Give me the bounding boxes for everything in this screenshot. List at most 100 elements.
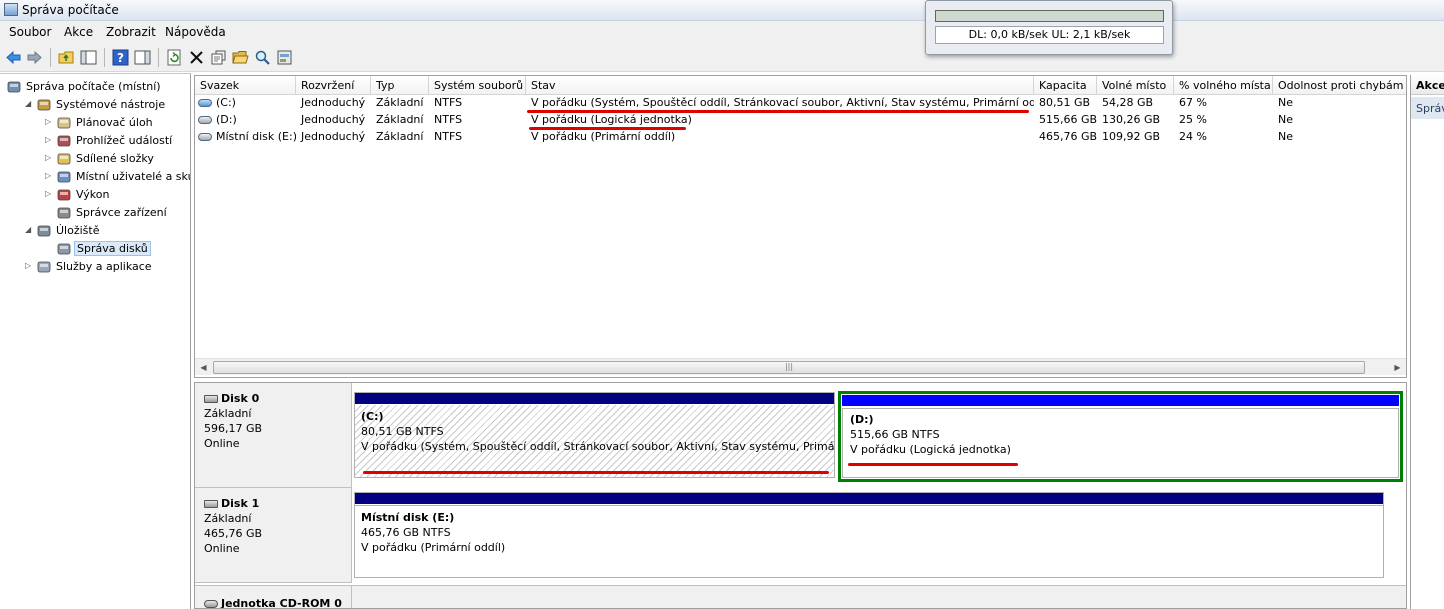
properties-button[interactable] — [210, 49, 227, 66]
forward-button[interactable] — [26, 49, 43, 66]
partition-d[interactable]: (D:) 515,66 GB NTFS V pořádku (Logická j… — [838, 391, 1403, 482]
collapse-arrow-icon[interactable]: ◢ — [25, 99, 33, 109]
disk-status: Online — [204, 542, 240, 555]
column-header-rozvrzeni[interactable]: Rozvržení — [296, 76, 371, 95]
disk-name: Disk 1 — [221, 497, 260, 510]
volume-icon — [198, 133, 212, 141]
volume-list-horizontal-scrollbar[interactable]: ◀ ||| ▶ — [195, 358, 1406, 375]
refresh-icon — [167, 49, 181, 66]
partition-fs: 465,76 GB NTFS — [361, 526, 451, 539]
tree-item-label: Správa disků — [74, 241, 151, 256]
actions-disk-management-item[interactable]: Správa disků — [1411, 97, 1444, 119]
disk-type: Základní — [204, 407, 252, 420]
tree-item-label: Správa počítače (místní) — [26, 80, 161, 93]
scroll-thumb[interactable]: ||| — [213, 361, 1365, 374]
tree-item[interactable]: ▷ Výkon — [0, 186, 190, 204]
cell-typ: Základní — [376, 130, 424, 143]
disk-type: Základní — [204, 512, 252, 525]
clock-icon — [56, 115, 72, 131]
tree-item[interactable]: ▷ Služby a aplikace — [0, 258, 190, 276]
column-header-svazek[interactable]: Svazek — [195, 76, 296, 95]
menu-napoveda[interactable]: Nápověda — [165, 25, 226, 39]
up-folder-button[interactable] — [58, 49, 75, 66]
help-button[interactable]: ? — [112, 49, 129, 66]
table-row[interactable]: Místní disk (E:) Jednoduchý Základní NTFS V … — [195, 129, 1406, 146]
tree-item[interactable]: ◢ Úložiště — [0, 222, 190, 240]
event-viewer-icon — [56, 133, 72, 149]
tree-item[interactable]: Správa počítače (místní) — [0, 78, 190, 96]
open-button[interactable] — [232, 49, 249, 66]
cell-odolnost: Ne — [1278, 113, 1293, 126]
column-header-kapacita[interactable]: Kapacita — [1034, 76, 1097, 95]
annotation-underline — [363, 471, 829, 474]
disk-0-partitions-area: (C:) 80,51 GB NTFS V pořádku (Systém, Sp… — [352, 383, 1406, 488]
expand-arrow-icon[interactable]: ▷ — [45, 153, 53, 163]
partition-e[interactable]: Místní disk (E:) 465,76 GB NTFS V pořádk… — [354, 492, 1384, 578]
column-header-typ[interactable]: Typ — [371, 76, 429, 95]
collapse-arrow-icon[interactable]: ◢ — [25, 225, 33, 235]
tree-item[interactable]: ▷ Prohlížeč událostí — [0, 132, 190, 150]
expand-arrow-icon[interactable]: ▷ — [45, 171, 53, 181]
tree-item-label: Systémové nástroje — [56, 98, 166, 111]
cell-volne-misto: 54,28 GB — [1102, 96, 1154, 109]
column-header-stav[interactable]: Stav — [526, 76, 1034, 95]
window-title: Správa počítače — [22, 3, 119, 17]
transfer-rate-popup: DL: 0,0 kB/sek UL: 2,1 kB/sek — [925, 0, 1173, 55]
cell-rozvrzeni: Jednoduchý — [301, 96, 366, 109]
tree-item[interactable]: Správce zařízení — [0, 204, 190, 222]
scroll-right-button[interactable]: ▶ — [1389, 359, 1406, 376]
disk-0-header[interactable]: Disk 0 Základní 596,17 GB Online — [195, 383, 352, 488]
partition-d-body: (D:) 515,66 GB NTFS V pořádku (Logická j… — [842, 408, 1399, 478]
expand-arrow-icon[interactable]: ▷ — [45, 189, 53, 199]
partition-c-body: (C:) 80,51 GB NTFS V pořádku (Systém, Sp… — [355, 405, 834, 477]
tree-item-label: Prohlížeč událostí — [76, 134, 173, 147]
show-action-pane-button[interactable] — [134, 49, 151, 66]
delete-button[interactable] — [188, 49, 205, 66]
cell-typ: Základní — [376, 96, 424, 109]
show-tree-button[interactable] — [80, 49, 97, 66]
tree-item[interactable]: ▷ Místní uživatelé a skupiny — [0, 168, 190, 186]
volume-name: (D:) — [216, 113, 237, 126]
column-header-system-souboru[interactable]: Systém souborů — [429, 76, 526, 95]
back-button[interactable] — [5, 49, 22, 66]
transfer-progress-bar — [935, 10, 1164, 22]
disk-size: 465,76 GB — [204, 527, 263, 540]
toolbar-separator — [104, 48, 105, 67]
column-header-odolnost[interactable]: Odolnost proti chybám — [1273, 76, 1406, 95]
expand-arrow-icon[interactable]: ▷ — [45, 117, 53, 127]
cdrom-0-header[interactable]: Jednotka CD-ROM 0 — [195, 585, 352, 608]
actions-title: Akce — [1411, 75, 1444, 95]
refresh-button[interactable] — [166, 49, 183, 66]
cell-rozvrzeni: Jednoduchý — [301, 130, 366, 143]
cell-kapacita: 465,76 GB — [1039, 130, 1097, 143]
scroll-left-button[interactable]: ◀ — [195, 359, 212, 376]
menu-soubor[interactable]: Soubor — [9, 25, 51, 39]
cell-volne-misto: 130,26 GB — [1102, 113, 1161, 126]
cell-svazek: Místní disk (E:) — [195, 129, 296, 146]
tree-item[interactable]: ◢ Systémové nástroje — [0, 96, 190, 114]
table-row[interactable]: (D:) Jednoduchý Základní NTFS V pořádku (Log… — [195, 112, 1406, 129]
expand-arrow-icon[interactable]: ▷ — [45, 135, 53, 145]
partition-status: V pořádku (Logická jednotka) — [850, 443, 1011, 456]
help-icon: ? — [112, 49, 129, 66]
tree-item-label: Sdílené složky — [76, 152, 154, 165]
cell-stav: V pořádku (Primární oddíl) — [531, 130, 676, 143]
cell-typ: Základní — [376, 113, 424, 126]
search-button[interactable] — [254, 49, 271, 66]
menu-bar: Soubor Akce Zobrazit Nápověda — [0, 21, 1444, 43]
properties-icon — [211, 50, 226, 65]
column-header-volne-misto[interactable]: Volné místo — [1097, 76, 1174, 95]
partition-c[interactable]: (C:) 80,51 GB NTFS V pořádku (Systém, Sp… — [354, 392, 835, 478]
search-icon — [255, 50, 270, 65]
tree-item[interactable]: ▷ Sdílené složky — [0, 150, 190, 168]
disk-1-header[interactable]: Disk 1 Základní 465,76 GB Online — [195, 488, 352, 583]
menu-akce[interactable]: Akce — [64, 25, 93, 39]
tree-item[interactable]: ▷ Plánovač úloh — [0, 114, 190, 132]
menu-zobrazit[interactable]: Zobrazit — [106, 25, 156, 39]
expand-arrow-icon[interactable]: ▷ — [25, 261, 33, 271]
tree-item[interactable]: Správa disků — [0, 240, 190, 258]
settings-button[interactable] — [276, 49, 293, 66]
annotation-underline — [529, 127, 686, 130]
column-header-procento-volneho[interactable]: % volného místa — [1174, 76, 1273, 95]
volume-name: Místní disk (E:) — [216, 130, 296, 143]
